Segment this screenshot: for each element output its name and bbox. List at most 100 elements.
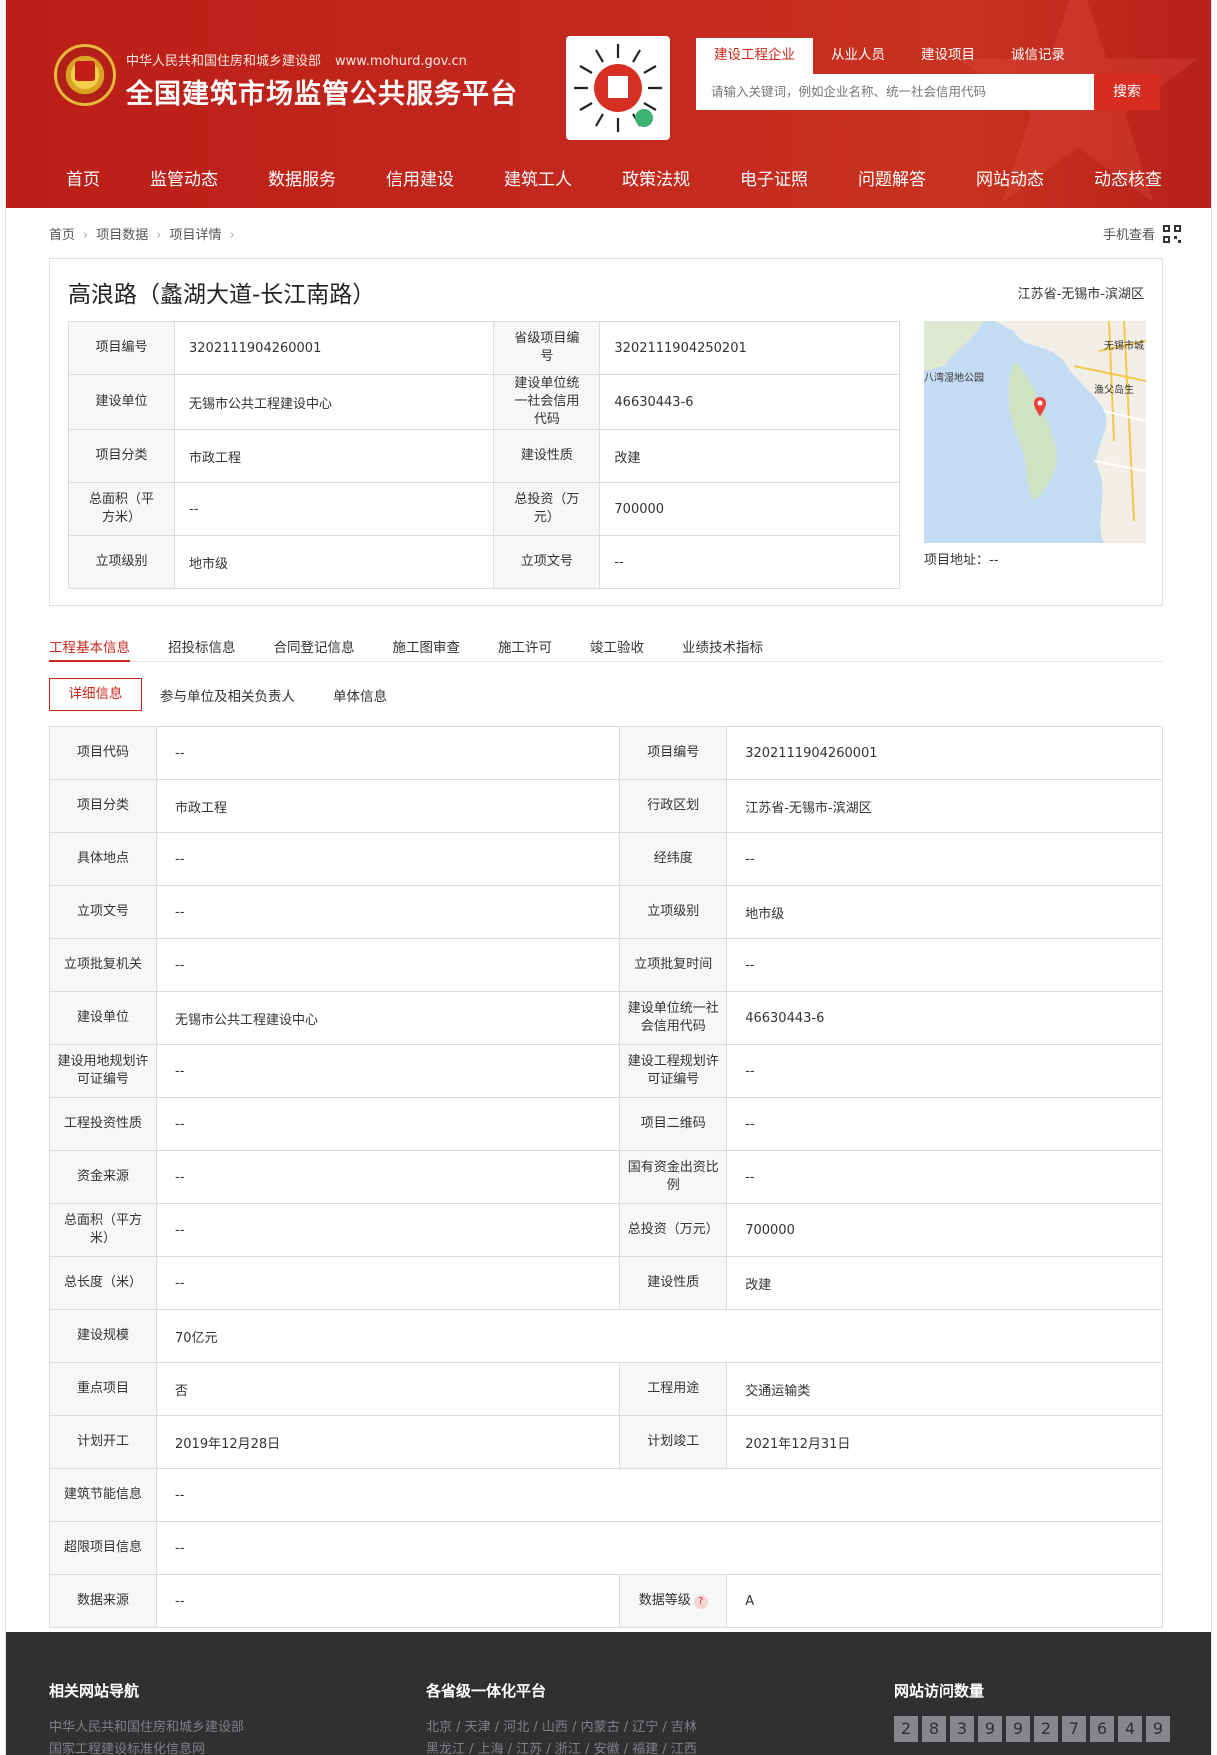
nav-workers[interactable]: 建筑工人 <box>492 160 584 200</box>
field-value: -- <box>726 1044 1163 1098</box>
help-icon[interactable]: ? <box>693 1595 708 1609</box>
table-row: 总长度（米） -- 建设性质 改建 <box>49 1256 1163 1310</box>
mobile-view-link[interactable]: 手机查看 <box>1103 224 1181 243</box>
breadcrumb: 首页 › 项目数据 › 项目详情 › <box>49 224 243 243</box>
nav-faq[interactable]: 问题解答 <box>846 160 938 200</box>
field-label: 项目二维码 <box>619 1097 728 1151</box>
footer-link-standards[interactable]: 国家工程建设标准化信息网 <box>49 1738 205 1755</box>
nav-site-news[interactable]: 网站动态 <box>964 160 1056 200</box>
search-tab-company[interactable]: 建设工程企业 <box>696 38 813 74</box>
table-row: 工程投资性质 -- 项目二维码 -- <box>49 1097 1163 1151</box>
project-address: 项目地址：-- <box>924 553 999 568</box>
field-label: 总面积（平方米） <box>49 1203 157 1257</box>
field-value: 2021年12月31日 <box>726 1415 1163 1469</box>
field-label: 立项级别 <box>619 885 728 939</box>
field-value: 2019年12月28日 <box>155 1415 621 1469</box>
field-value: -- <box>155 832 621 886</box>
field-value: 700000 <box>599 482 900 536</box>
table-row: 立项文号 -- 立项级别 地市级 <box>49 885 1163 939</box>
footer-link-mohurd[interactable]: 中华人民共和国住房和城乡建设部 <box>49 1716 244 1735</box>
field-label: 总面积（平方米） <box>68 482 175 536</box>
field-label: 总投资（万元） <box>619 1203 728 1257</box>
search-tab-credit[interactable]: 诚信记录 <box>993 38 1083 74</box>
field-value: -- <box>155 1203 621 1257</box>
tab-construction-permit[interactable]: 施工许可 <box>498 636 552 662</box>
visit-digit: 6 <box>1090 1716 1114 1742</box>
field-value: -- <box>155 726 621 780</box>
search-button[interactable]: 搜索 <box>1094 74 1160 110</box>
field-value: -- <box>156 1521 1163 1575</box>
site-header: 中华人民共和国住房和城乡建设部 www.mohurd.gov.cn 全国建筑市场监… <box>6 0 1211 208</box>
field-label: 省级项目编号 <box>493 321 601 375</box>
field-value: -- <box>726 1150 1163 1204</box>
miniprogram-qr-code <box>566 36 670 140</box>
field-value: 地市级 <box>726 885 1163 939</box>
nav-policy[interactable]: 政策法规 <box>610 160 702 200</box>
footer-province-links[interactable]: 北京 / 天津 / 河北 / 山西 / 内蒙古 / 辽宁 / 吉林 <box>426 1716 697 1735</box>
field-value: 江苏省-无锡市-滨湖区 <box>726 779 1163 833</box>
field-label: 建设工程规划许可证编号 <box>619 1044 728 1098</box>
ministry-name: 中华人民共和国住房和城乡建设部 <box>126 54 322 69</box>
tab-drawing-review[interactable]: 施工图审查 <box>393 636 461 662</box>
project-info-table: 项目编号 3202111904260001 省级项目编号 32021119042502… <box>68 321 900 589</box>
map-icon: 无锡市城 八湾湿地公园 渔父岛生 <box>924 321 1146 543</box>
field-label: 工程投资性质 <box>49 1097 157 1151</box>
search-tabs: 建设工程企业 从业人员 建设项目 诚信记录 <box>696 38 1083 74</box>
field-label: 立项文号 <box>493 535 601 589</box>
nav-credit[interactable]: 信用建设 <box>374 160 466 200</box>
field-value: 700000 <box>726 1203 1163 1257</box>
subtab-details[interactable]: 详细信息 <box>49 678 142 711</box>
subtab-participants[interactable]: 参与单位及相关负责人 <box>160 685 295 705</box>
nav-home[interactable]: 首页 <box>54 160 112 200</box>
nav-data-service[interactable]: 数据服务 <box>256 160 348 200</box>
field-label: 计划开工 <box>49 1415 157 1469</box>
project-location-map[interactable]: 无锡市城 八湾湿地公园 渔父岛生 <box>924 321 1146 543</box>
search-tab-personnel[interactable]: 从业人员 <box>813 38 903 74</box>
subtab-units[interactable]: 单体信息 <box>333 685 387 705</box>
table-row: 数据来源 -- 数据等级? A <box>49 1574 1163 1628</box>
field-value: 3202111904260001 <box>726 726 1163 780</box>
tab-completion[interactable]: 竣工验收 <box>590 636 644 662</box>
ministry-url[interactable]: www.mohurd.gov.cn <box>335 54 467 69</box>
nav-e-license[interactable]: 电子证照 <box>728 160 820 200</box>
nav-supervision-news[interactable]: 监管动态 <box>138 160 230 200</box>
tab-performance[interactable]: 业绩技术指标 <box>682 636 763 662</box>
search-tab-project[interactable]: 建设项目 <box>903 38 993 74</box>
field-label: 建设性质 <box>493 429 601 483</box>
footer-province-links[interactable]: 黑龙江 / 上海 / 江苏 / 浙江 / 安徽 / 福建 / 江西 <box>426 1738 697 1755</box>
breadcrumb-home[interactable]: 首页 <box>49 228 75 243</box>
table-row: 立项级别 地市级 立项文号 -- <box>68 535 900 589</box>
field-label: 建设单位统一社会信用代码 <box>619 991 728 1045</box>
visit-digit: 3 <box>950 1716 974 1742</box>
visit-digit: 9 <box>978 1716 1002 1742</box>
main-nav: 首页 监管动态 数据服务 信用建设 建筑工人 政策法规 电子证照 问题解答 网站… <box>54 160 1174 200</box>
tab-bidding[interactable]: 招投标信息 <box>168 636 236 662</box>
field-label: 总投资（万元） <box>493 482 601 536</box>
breadcrumb-chevron-icon: › <box>156 228 162 243</box>
field-label: 数据来源 <box>49 1574 157 1628</box>
breadcrumb-project-data[interactable]: 项目数据 <box>96 228 148 243</box>
map-label: 八湾湿地公园 <box>924 371 984 384</box>
footer-visits-title: 网站访问数量 <box>894 1682 985 1700</box>
nav-verification[interactable]: 动态核查 <box>1082 160 1174 200</box>
field-value: -- <box>726 938 1163 992</box>
field-label: 项目代码 <box>49 726 157 780</box>
field-value: 无锡市公共工程建设中心 <box>173 374 495 430</box>
table-row: 具体地点 -- 经纬度 -- <box>49 832 1163 886</box>
field-label: 建设单位 <box>49 991 157 1045</box>
field-value: -- <box>155 938 621 992</box>
visit-digit: 8 <box>922 1716 946 1742</box>
field-value: -- <box>156 1468 1163 1522</box>
field-label: 建设性质 <box>619 1256 728 1310</box>
site-title: 全国建筑市场监管公共服务平台 <box>126 79 518 110</box>
tab-basic-info[interactable]: 工程基本信息 <box>49 636 130 662</box>
field-value: -- <box>599 535 900 589</box>
table-row: 项目分类 市政工程 建设性质 改建 <box>68 429 900 483</box>
tab-contract[interactable]: 合同登记信息 <box>274 636 355 662</box>
field-label: 行政区划 <box>619 779 728 833</box>
field-value: -- <box>726 1097 1163 1151</box>
search-input[interactable] <box>696 74 1104 110</box>
field-label: 国有资金出资比例 <box>619 1150 728 1204</box>
table-row: 项目代码 -- 项目编号 3202111904260001 <box>49 726 1163 780</box>
field-label: 重点项目 <box>49 1362 157 1416</box>
